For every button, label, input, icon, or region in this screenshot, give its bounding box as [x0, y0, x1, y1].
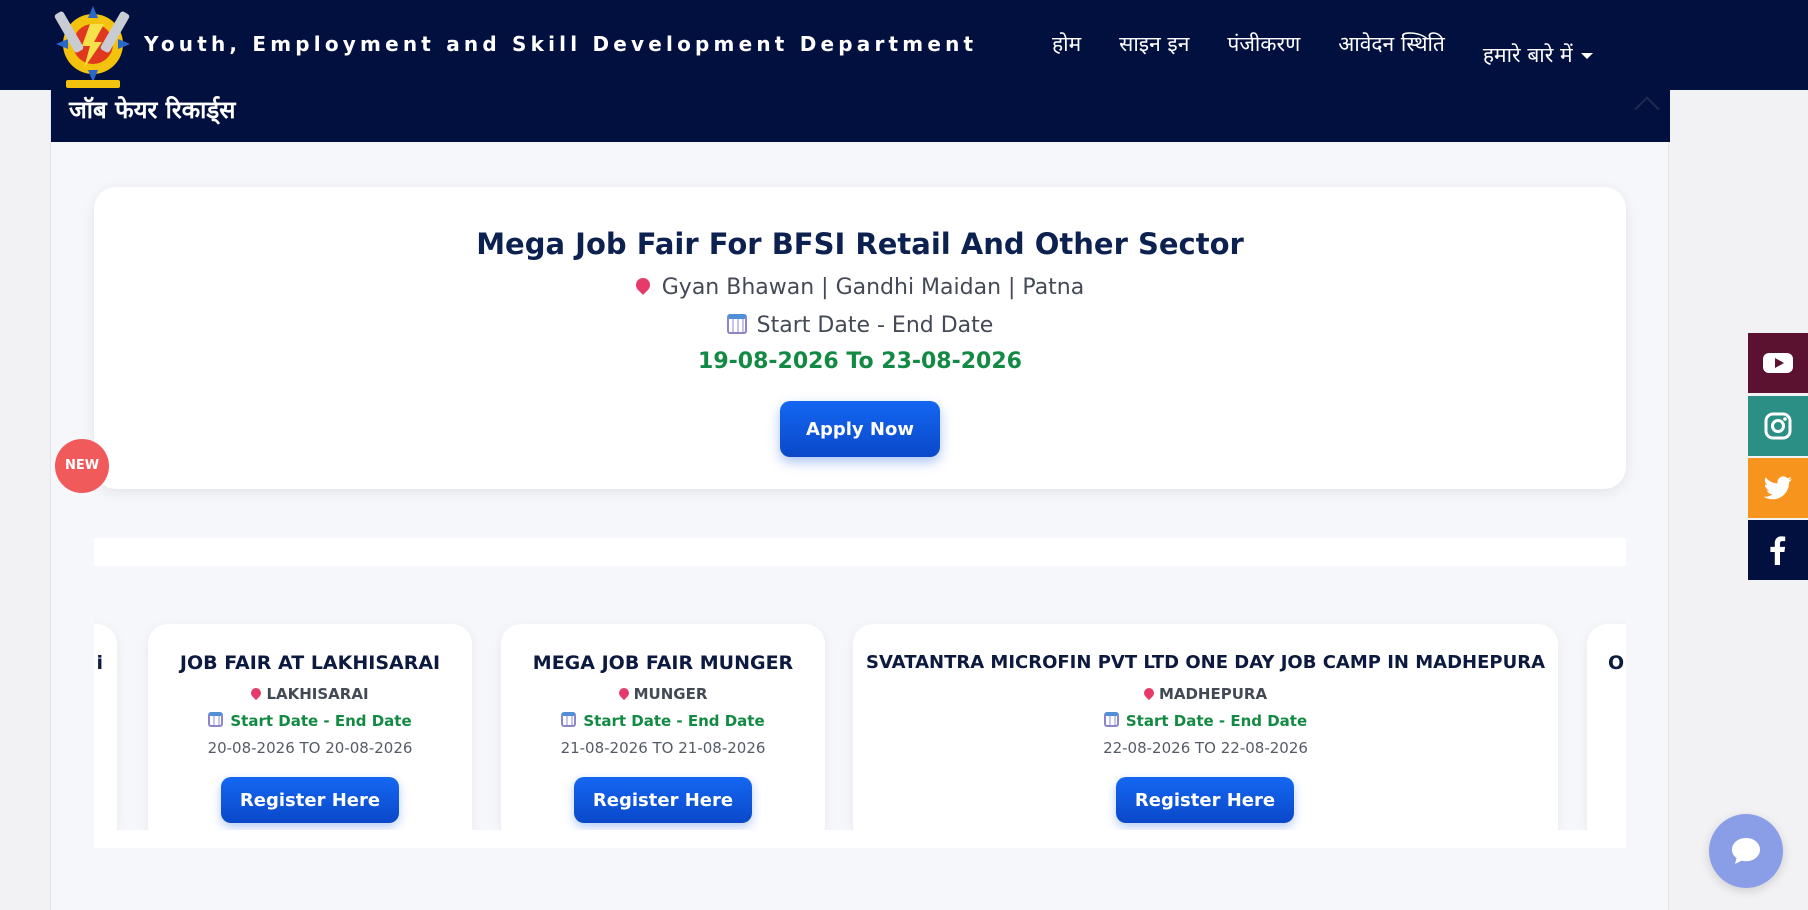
location-pin-icon: [616, 685, 631, 700]
panel-header[interactable]: जॉब फेयर रिकार्ड्स: [51, 90, 1670, 142]
job-card-date-label-row: Start Date - End Date: [148, 712, 472, 730]
panel-title: जॉब फेयर रिकार्ड्स: [69, 96, 236, 124]
register-here-button[interactable]: Register Here: [1116, 777, 1294, 823]
chat-bubble-icon: [1732, 838, 1760, 864]
job-card-dates: 20-08-2026 TO 20-08-2026: [207, 739, 413, 757]
job-card-partial-left[interactable]: i: [94, 624, 117, 846]
location-pin-icon: [632, 275, 653, 295]
chevron-up-icon[interactable]: [1634, 96, 1660, 122]
job-card-partial-right[interactable]: O: [1587, 624, 1626, 846]
job-card-dates: 22-08-2026 TO 22-08-2026: [1103, 739, 1308, 757]
featured-dates: 19-08-2026 To 23-08-2026: [698, 349, 1022, 374]
featured-venue-text: Gyan Bhawan | Gandhi Maidan | Patna: [661, 275, 1085, 300]
caret-down-icon: [1580, 53, 1593, 59]
calendar-icon: [1103, 712, 1119, 727]
job-card-title: SVATANTRA MICROFIN PVT LTD ONE DAY JOB C…: [865, 652, 1546, 673]
calendar-icon: [726, 314, 747, 334]
twitter-icon: [1763, 476, 1792, 500]
twitter-link[interactable]: [1748, 458, 1808, 518]
location-pin-icon: [249, 685, 264, 700]
brand-title[interactable]: Youth, Employment and Skill Development …: [144, 32, 977, 56]
chat-widget-button[interactable]: [1709, 814, 1783, 888]
facebook-link[interactable]: [1748, 520, 1808, 580]
job-card-date-label-row: Start Date - End Date: [853, 712, 1558, 730]
job-card-partial-left-title: i: [96, 652, 103, 674]
calendar-icon: [561, 712, 577, 727]
job-card-location: MUNGER: [501, 685, 825, 703]
job-fair-carousel: i JOB FAIR AT LAKHISARAI LAKHISARAI Star…: [94, 538, 1626, 848]
job-card-location: MADHEPURA: [853, 685, 1558, 703]
nav-registration[interactable]: पंजीकरण: [1227, 30, 1300, 69]
register-here-button[interactable]: Register Here: [574, 777, 752, 823]
job-card-dates: 21-08-2026 TO 21-08-2026: [560, 739, 766, 757]
facebook-icon: [1770, 536, 1786, 565]
featured-date-label-row: Start Date - End Date: [94, 313, 1626, 338]
instagram-link[interactable]: [1748, 396, 1808, 456]
job-card-location: LAKHISARAI: [148, 685, 472, 703]
apply-now-button[interactable]: Apply Now: [780, 401, 940, 457]
nav-home[interactable]: होम: [1052, 30, 1081, 69]
new-badge: NEW: [55, 439, 109, 493]
job-card-location-text: LAKHISARAI: [266, 685, 369, 703]
carousel-top-strip: [94, 538, 1626, 566]
nav-about-us-dropdown[interactable]: हमारे बारे में: [1483, 41, 1593, 69]
register-here-button[interactable]: Register Here: [221, 777, 399, 823]
youtube-icon: [1763, 353, 1793, 373]
job-card: SVATANTRA MICROFIN PVT LTD ONE DAY JOB C…: [853, 624, 1558, 846]
job-card: MEGA JOB FAIR MUNGER MUNGER Start Date -…: [501, 624, 825, 846]
department-logo-icon[interactable]: [52, 2, 134, 90]
top-navbar: Youth, Employment and Skill Development …: [0, 0, 1808, 90]
featured-date-label: Start Date - End Date: [756, 313, 994, 338]
job-card-partial-right-title: O: [1608, 652, 1625, 674]
main-nav: होम साइन इन पंजीकरण आवेदन स्थिति हमारे ब…: [1052, 30, 1631, 69]
nav-about-us-label: हमारे बारे में: [1482, 43, 1573, 67]
nav-sign-in[interactable]: साइन इन: [1119, 30, 1189, 69]
featured-job-fair-card: Mega Job Fair For BFSI Retail And Other …: [94, 187, 1626, 489]
job-card-title: JOB FAIR AT LAKHISARAI: [179, 652, 441, 674]
calendar-icon: [208, 712, 224, 727]
job-card-date-label: Start Date - End Date: [583, 712, 765, 730]
job-fair-records-panel: जॉब फेयर रिकार्ड्स Mega Job Fair For BFS…: [50, 90, 1670, 910]
nav-application-status[interactable]: आवेदन स्थिति: [1338, 30, 1445, 69]
featured-title: Mega Job Fair For BFSI Retail And Other …: [476, 227, 1244, 261]
job-card-date-label: Start Date - End Date: [1125, 712, 1308, 730]
job-card-date-label-row: Start Date - End Date: [501, 712, 825, 730]
job-card-title: MEGA JOB FAIR MUNGER: [532, 652, 794, 674]
job-card-location-text: MUNGER: [633, 685, 708, 703]
location-pin-icon: [1141, 685, 1157, 700]
featured-venue: Gyan Bhawan | Gandhi Maidan | Patna: [94, 275, 1626, 300]
youtube-link[interactable]: [1748, 333, 1808, 393]
job-card-date-label: Start Date - End Date: [230, 712, 412, 730]
job-card: JOB FAIR AT LAKHISARAI LAKHISARAI Start …: [148, 624, 472, 846]
instagram-icon: [1764, 412, 1792, 440]
carousel-bottom-strip: [94, 830, 1626, 848]
job-card-location-text: MADHEPURA: [1158, 685, 1268, 703]
